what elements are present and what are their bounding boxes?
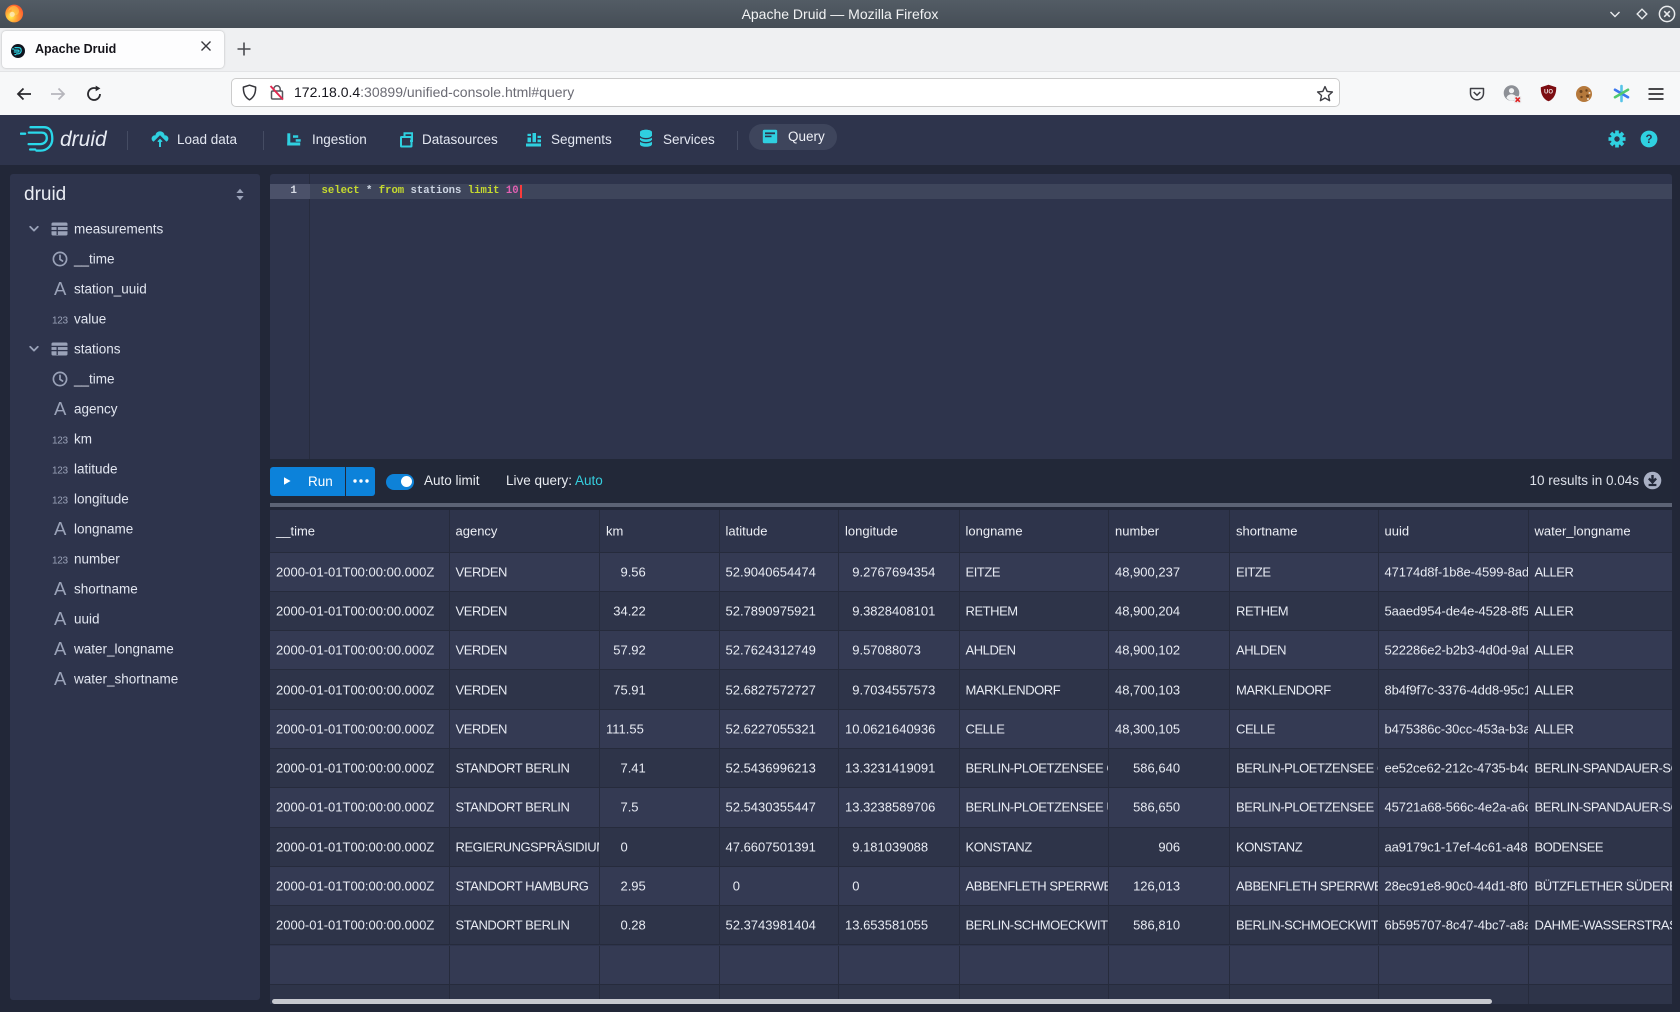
svg-text:UO: UO [1544, 90, 1553, 96]
svg-text:?: ? [1645, 134, 1652, 146]
